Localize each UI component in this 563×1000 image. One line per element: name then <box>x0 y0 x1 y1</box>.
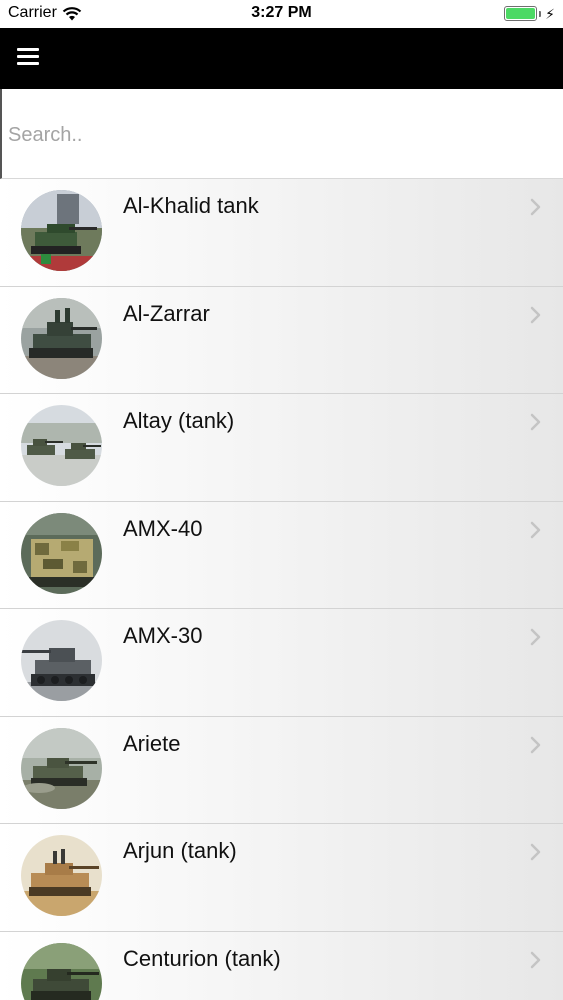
nav-bar <box>0 28 563 89</box>
chevron-right-icon <box>530 521 541 538</box>
battery-icon <box>504 6 538 21</box>
chevron-right-icon <box>530 306 541 323</box>
list-item[interactable]: Ariete <box>0 716 563 824</box>
list-item[interactable]: AMX-30 <box>0 609 563 717</box>
item-title: Al-Khalid tank <box>123 193 259 218</box>
list-item[interactable]: Centurion (tank) <box>0 931 563 1000</box>
list-item[interactable]: Altay (tank) <box>0 394 563 502</box>
chevron-right-icon <box>530 628 541 646</box>
tank-thumbnail <box>21 405 102 486</box>
list-item[interactable]: Arjun (tank) <box>0 824 563 932</box>
tank-thumbnail <box>21 620 102 701</box>
chevron-right-icon <box>530 951 541 968</box>
item-title: AMX-30 <box>123 623 203 648</box>
list-item[interactable]: AMX-40 <box>0 501 563 609</box>
list-item[interactable]: Al-Zarrar <box>0 286 563 394</box>
item-title: Altay (tank) <box>123 408 235 433</box>
chevron-right-icon <box>530 736 541 753</box>
search-bar <box>0 89 563 179</box>
chevron-right-icon <box>530 198 541 216</box>
tank-thumbnail <box>21 835 102 916</box>
tank-thumbnail <box>21 190 102 271</box>
tank-thumbnail <box>21 942 102 1000</box>
chevron-right-icon <box>530 843 541 861</box>
item-title: Ariete <box>123 730 181 756</box>
item-title: AMX-40 <box>123 515 203 541</box>
list-item[interactable]: Al-Khalid tank <box>0 179 563 287</box>
hamburger-icon[interactable] <box>17 48 39 66</box>
item-title: Arjun (tank) <box>123 838 237 863</box>
charging-icon: ⚡ <box>545 5 555 22</box>
search-input[interactable] <box>8 115 548 155</box>
tank-thumbnail <box>21 512 102 594</box>
tank-thumbnail <box>21 297 102 379</box>
battery-indicator: ⚡ <box>504 6 555 21</box>
status-time: 3:27 PM <box>251 4 312 21</box>
tank-list: Al-Khalid tank Al-Zarrar Altay (tank) AM… <box>0 179 563 1000</box>
item-title: Al-Zarrar <box>123 300 210 326</box>
status-bar: Carrier 3:27 PM ⚡ <box>0 0 563 28</box>
tank-thumbnail <box>21 727 102 809</box>
item-title: Centurion (tank) <box>123 945 281 971</box>
chevron-right-icon <box>530 413 541 431</box>
